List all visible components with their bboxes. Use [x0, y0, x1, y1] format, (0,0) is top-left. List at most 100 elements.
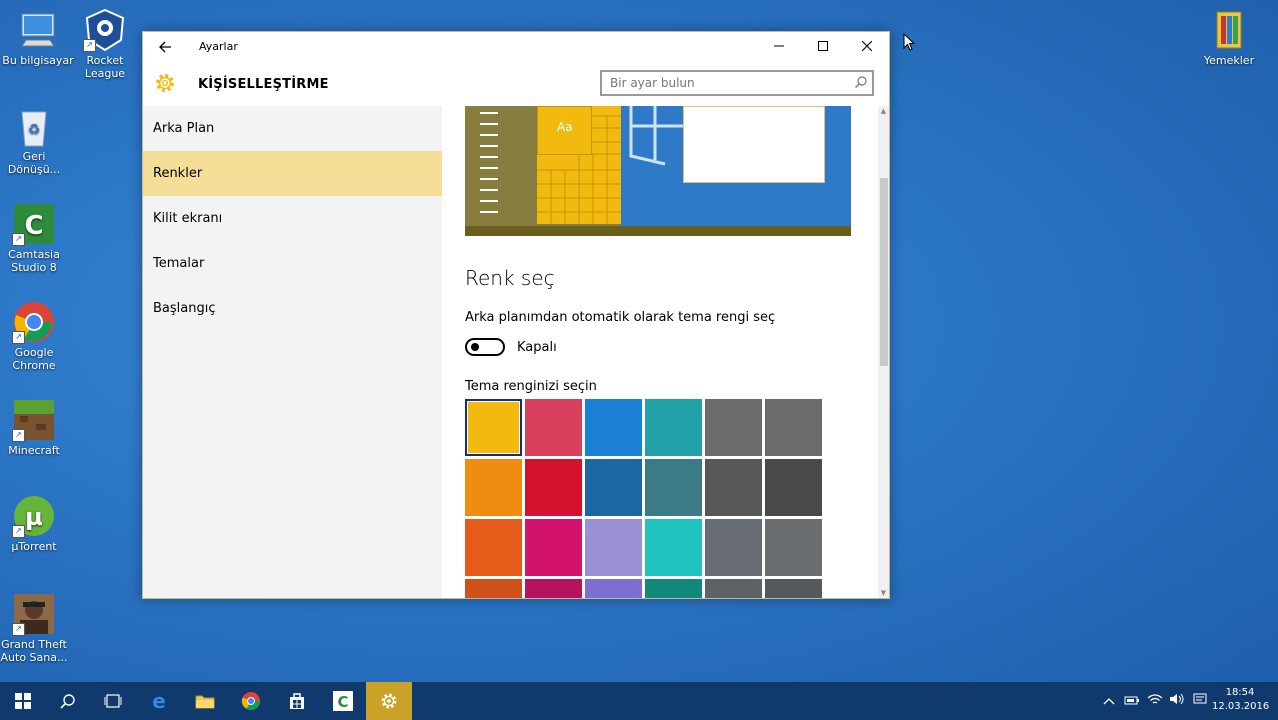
gear-icon: [156, 74, 174, 92]
accent-color-swatch[interactable]: [645, 519, 702, 576]
window-title: Ayarlar: [199, 40, 238, 53]
auto-accent-toggle[interactable]: [465, 338, 505, 356]
accent-color-swatch[interactable]: [525, 399, 582, 456]
sidebar-item-start[interactable]: Başlangıç: [143, 286, 442, 331]
scrollbar-thumb[interactable]: [880, 178, 888, 366]
content-scrollbar[interactable]: ▲ ▼: [878, 106, 889, 598]
wifi-icon: [1147, 694, 1163, 704]
desktop-icon-gta-san-andreas[interactable]: ↗ Grand Theft Auto Sana...: [0, 592, 72, 664]
search-icon: [60, 694, 75, 709]
colors-content: Aa Renk seç Arka planımdan otomatik olar…: [442, 106, 888, 598]
title-bar[interactable]: Ayarlar: [143, 32, 889, 62]
minimize-button[interactable]: [757, 32, 801, 62]
search-icon[interactable]: [854, 75, 868, 89]
desktop-icon-this-pc[interactable]: Bu bilgisayar: [0, 8, 76, 67]
maximize-button[interactable]: [801, 32, 845, 62]
accent-color-swatch[interactable]: [645, 579, 702, 598]
minecraft-icon: ↗: [12, 398, 56, 442]
close-icon: [861, 40, 873, 52]
sidebar-nav: Arka Plan Renkler Kilit ekranı Temalar B…: [143, 106, 442, 598]
accent-color-swatch[interactable]: [525, 459, 582, 516]
taskbar-edge[interactable]: e: [136, 682, 182, 720]
settings-header: KİŞİSELLEŞTİRME: [143, 62, 889, 106]
desktop-icon-minecraft[interactable]: ↗ Minecraft: [0, 398, 72, 457]
desktop-icon-label: Rocket League: [84, 54, 126, 80]
accent-color-swatch[interactable]: [705, 459, 762, 516]
search-box[interactable]: [600, 70, 874, 96]
accent-color-swatch[interactable]: [645, 459, 702, 516]
desktop-icon-chrome[interactable]: ↗ Google Chrome: [0, 300, 72, 372]
action-center-button[interactable]: [1189, 682, 1211, 720]
desktop-icon-rocket-league[interactable]: ↗ Rocket League: [67, 8, 143, 80]
auto-accent-label: Arka planımdan otomatik olarak tema reng…: [465, 310, 776, 325]
sidebar-item-colors[interactable]: Renkler: [143, 151, 442, 196]
clock-time: 18:54: [1225, 687, 1255, 698]
desktop-icon-label: Minecraft: [8, 444, 60, 457]
windows-logo-icon: [15, 693, 31, 709]
desktop-icon-utorrent[interactable]: µ ↗ µTorrent: [0, 494, 72, 553]
accent-color-swatch[interactable]: [465, 579, 522, 598]
wifi-tray-button[interactable]: [1144, 682, 1166, 720]
arrow-left-icon: [159, 41, 171, 53]
accent-color-swatch[interactable]: [585, 519, 642, 576]
volume-icon: [1170, 693, 1184, 705]
scroll-up-icon[interactable]: ▲: [878, 106, 889, 116]
rocket-league-icon: ↗: [83, 8, 127, 52]
taskbar-settings[interactable]: [366, 682, 412, 720]
choose-color-heading: Renk seç: [465, 266, 555, 290]
accent-color-swatch[interactable]: [705, 579, 762, 598]
clock-date: 12.03.2016: [1212, 701, 1270, 712]
taskbar-clock[interactable]: 18:54 12.03.2016: [1212, 686, 1270, 714]
accent-color-swatch[interactable]: [765, 519, 822, 576]
accent-color-swatch[interactable]: [765, 579, 822, 598]
accent-color-swatch[interactable]: [465, 399, 522, 456]
accent-color-swatch[interactable]: [645, 399, 702, 456]
accent-color-swatch[interactable]: [705, 519, 762, 576]
computer-icon: [16, 8, 60, 52]
maximize-icon: [818, 41, 828, 51]
accent-color-swatch[interactable]: [765, 459, 822, 516]
accent-color-swatch[interactable]: [585, 459, 642, 516]
notification-icon: [1193, 693, 1207, 704]
shortcut-arrow-icon: ↗: [12, 233, 25, 246]
accent-color-swatch[interactable]: [585, 579, 642, 598]
shortcut-arrow-icon: ↗: [12, 623, 25, 636]
desktop-icon-yemekler[interactable]: Yemekler: [1191, 8, 1267, 67]
close-button[interactable]: [845, 32, 889, 62]
back-button[interactable]: [153, 36, 177, 58]
chevron-up-icon: [1103, 698, 1115, 705]
start-button[interactable]: [0, 682, 46, 720]
svg-text:♻: ♻: [28, 122, 41, 138]
accent-color-swatch[interactable]: [465, 459, 522, 516]
desktop-icon-label: µTorrent: [11, 540, 57, 553]
battery-tray-button[interactable]: [1121, 682, 1143, 720]
taskbar-camtasia[interactable]: C: [320, 682, 366, 720]
recycle-bin-icon: ♻: [12, 104, 56, 148]
taskbar-store[interactable]: [274, 682, 320, 720]
toggle-state-label: Kapalı: [517, 340, 557, 355]
accent-color-swatch[interactable]: [765, 399, 822, 456]
show-hidden-icons-button[interactable]: [1098, 682, 1120, 720]
accent-color-swatch[interactable]: [705, 399, 762, 456]
scroll-down-icon[interactable]: ▼: [878, 588, 889, 598]
accent-color-swatch[interactable]: [525, 579, 582, 598]
utorrent-icon: µ ↗: [12, 494, 56, 538]
task-view-button[interactable]: [90, 682, 136, 720]
mouse-cursor-icon: [903, 33, 915, 51]
sidebar-item-background[interactable]: Arka Plan: [143, 106, 442, 151]
desktop-icon-camtasia[interactable]: C ↗ Camtasia Studio 8: [0, 202, 72, 274]
volume-tray-button[interactable]: [1166, 682, 1188, 720]
desktop-icon-label: Google Chrome: [12, 346, 56, 372]
desktop-icon-recycle-bin[interactable]: ♻ Geri Dönüşü...: [0, 104, 72, 176]
taskbar-chrome[interactable]: [228, 682, 274, 720]
accent-color-swatch[interactable]: [585, 399, 642, 456]
sidebar-item-themes[interactable]: Temalar: [143, 241, 442, 286]
search-taskbar-button[interactable]: [45, 682, 91, 720]
accent-color-swatch[interactable]: [465, 519, 522, 576]
search-input[interactable]: [602, 72, 858, 94]
shortcut-arrow-icon: ↗: [12, 331, 25, 344]
chrome-icon: [241, 692, 260, 711]
sidebar-item-lock-screen[interactable]: Kilit ekranı: [143, 196, 442, 241]
taskbar-file-explorer[interactable]: [182, 682, 228, 720]
accent-color-swatch[interactable]: [525, 519, 582, 576]
